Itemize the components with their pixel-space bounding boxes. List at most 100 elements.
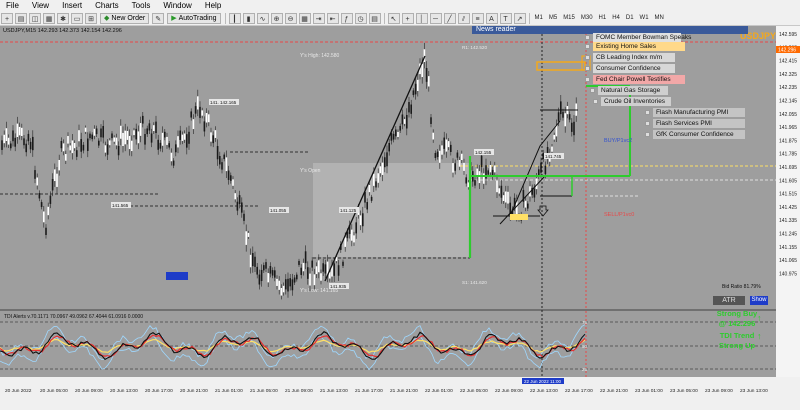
current-price-label: 142.296: [778, 48, 796, 54]
news-checkbox[interactable]: [585, 55, 590, 60]
autotrading-button[interactable]: ▶ AutoTrading: [167, 12, 221, 24]
candle-body: [3, 134, 5, 144]
timeframe-h1[interactable]: H1: [599, 15, 607, 21]
news-checkbox[interactable]: [590, 88, 595, 93]
line-chart-icon[interactable]: ∿: [256, 12, 269, 24]
toolbar: + ▤ ◫ ▦ ✱ ▭ ⊞ ◆ New Order ✎ ▶ AutoTrading …: [0, 11, 800, 26]
candle-body: [23, 138, 25, 146]
metaeditor-icon[interactable]: ✎: [152, 12, 165, 24]
price-tick: 142.325: [779, 72, 797, 78]
candle-body: [406, 114, 408, 129]
label-icon[interactable]: T: [499, 12, 512, 24]
candle-body: [146, 128, 148, 135]
tdi-trend-label: TDI Trend: [719, 331, 755, 340]
blue-info-tag: [166, 272, 188, 280]
indicators-icon[interactable]: ƒ: [340, 12, 353, 24]
indicator-level-label: 50: [582, 344, 588, 349]
timeframe-m15[interactable]: M15: [563, 15, 575, 21]
templates-icon[interactable]: ▤: [368, 12, 381, 24]
timeframe-mn[interactable]: MN: [655, 15, 664, 21]
candle-body: [544, 165, 547, 175]
timeframe-m30[interactable]: M30: [581, 15, 593, 21]
news-item[interactable]: Crude Oil Inventories: [604, 97, 665, 106]
news-item[interactable]: CB Leading Index m/m: [596, 53, 662, 62]
zoom-out-icon[interactable]: ⊖: [284, 12, 297, 24]
menu-file[interactable]: File: [0, 0, 26, 11]
fibonacci-icon[interactable]: ≡: [471, 12, 484, 24]
navigator-icon[interactable]: ✱: [57, 12, 69, 24]
time-tick: 20 Jun 2022: [5, 388, 32, 394]
cursor-icon[interactable]: ↖: [387, 12, 400, 24]
news-checkbox[interactable]: [593, 99, 598, 104]
trendline-icon[interactable]: ╱: [443, 12, 456, 24]
candle-body: [192, 119, 195, 130]
candle-body: [38, 193, 41, 199]
candle-body: [362, 213, 364, 227]
news-item[interactable]: Flash Services PMI: [656, 119, 712, 128]
menu-tools[interactable]: Tools: [126, 0, 158, 11]
menu-help[interactable]: Help: [199, 0, 228, 11]
news-checkbox[interactable]: [645, 121, 650, 126]
candle-body: [183, 133, 186, 140]
tile-icon[interactable]: ▦: [298, 12, 311, 24]
timeframe-m1[interactable]: M1: [535, 15, 543, 21]
news-item[interactable]: Natural Gas Storage: [601, 86, 660, 95]
news-checkbox[interactable]: [585, 66, 590, 71]
candle-body: [150, 133, 153, 143]
new-order-icon: ◆: [104, 14, 110, 22]
timeframe-h4[interactable]: H4: [612, 15, 620, 21]
crosshair-icon[interactable]: +: [401, 12, 414, 24]
news-item[interactable]: GfK Consumer Confidence: [656, 130, 734, 139]
period-icon[interactable]: ◷: [354, 12, 367, 24]
candle-body: [5, 128, 8, 141]
timeframe-m5[interactable]: M5: [549, 15, 557, 21]
candle-body: [157, 139, 159, 150]
news-item[interactable]: Existing Home Sales: [596, 42, 656, 51]
news-item[interactable]: Fed Chair Powell Testifies: [596, 75, 671, 84]
profiles-icon[interactable]: ▤: [15, 12, 27, 24]
candles-icon[interactable]: ▮: [242, 12, 255, 24]
vertical-line-icon[interactable]: │: [415, 12, 428, 24]
autoscroll-icon[interactable]: ⇥: [312, 12, 325, 24]
news-item[interactable]: FOMC Member Bowman Speaks: [596, 33, 691, 42]
menu-window[interactable]: Window: [157, 0, 198, 11]
menu-insert[interactable]: Insert: [56, 0, 89, 11]
market-watch-icon[interactable]: ◫: [29, 12, 41, 24]
news-item[interactable]: Flash Manufacturing PMI: [656, 108, 728, 117]
candle-body: [370, 196, 373, 201]
menu-charts[interactable]: Charts: [89, 0, 126, 11]
timeframe-w1[interactable]: W1: [640, 15, 649, 21]
candle-body: [507, 191, 509, 204]
arrows-icon[interactable]: ↗: [513, 12, 526, 24]
news-checkbox[interactable]: [585, 35, 590, 40]
indicator-title: TDI Alerts v.70.1171 70.0967 49.0962 67.…: [4, 314, 143, 320]
candle-body: [351, 229, 353, 241]
new-chart-icon[interactable]: +: [1, 12, 13, 24]
data-window-icon[interactable]: ▦: [43, 12, 55, 24]
candle-body: [445, 139, 448, 152]
zoom-in-icon[interactable]: ⊕: [270, 12, 283, 24]
news-checkbox[interactable]: [645, 132, 650, 137]
candle-body: [104, 145, 107, 153]
news-checkbox[interactable]: [585, 44, 590, 49]
timeframe-d1[interactable]: D1: [626, 15, 634, 21]
menu-view[interactable]: View: [26, 0, 56, 11]
news-checkbox[interactable]: [645, 110, 650, 115]
show-button[interactable]: Show: [750, 296, 768, 305]
atr-button[interactable]: ATR: [713, 296, 745, 305]
news-checkbox[interactable]: [585, 77, 590, 82]
candle-body: [399, 125, 401, 131]
time-tick: 20 Jun 17:00: [145, 388, 173, 394]
terminal-icon[interactable]: ▭: [71, 12, 83, 24]
news-item[interactable]: Consumer Confidence: [596, 64, 661, 73]
tester-icon[interactable]: ⊞: [85, 12, 97, 24]
price-tick: 141.875: [779, 138, 797, 144]
horizontal-line-icon[interactable]: ─: [429, 12, 442, 24]
candle-body: [40, 202, 43, 207]
bar-chart-icon[interactable]: ┃: [228, 12, 241, 24]
new-order-button[interactable]: ◆ New Order: [100, 12, 150, 24]
text-icon[interactable]: A: [485, 12, 498, 24]
chart-shift-icon[interactable]: ⇤: [326, 12, 339, 24]
channel-icon[interactable]: ⫽: [457, 12, 470, 24]
candle-body: [289, 278, 291, 287]
